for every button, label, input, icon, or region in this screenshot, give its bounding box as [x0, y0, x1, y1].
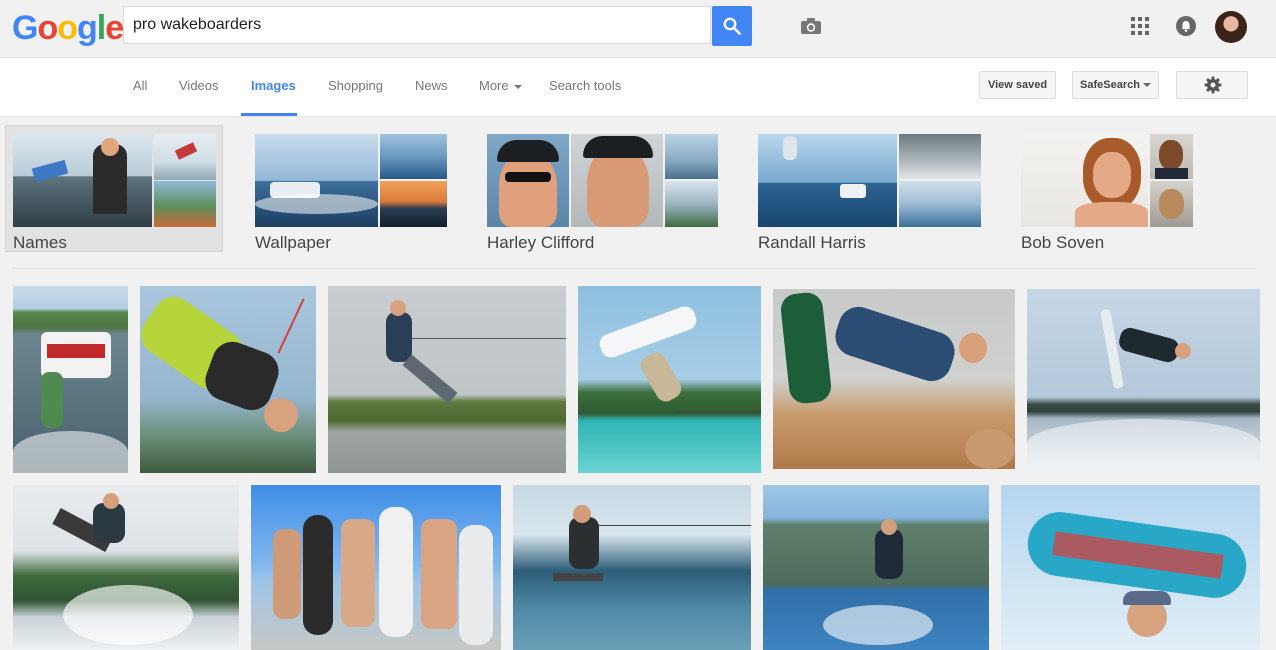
related-search-bob-soven[interactable]: Bob Soven: [1021, 125, 1193, 253]
related-image: [665, 134, 718, 179]
tab-shopping[interactable]: Shopping: [328, 78, 383, 93]
tab-news[interactable]: News: [415, 78, 448, 93]
related-image: [154, 134, 216, 180]
active-tab-indicator: [241, 113, 297, 116]
image-result[interactable]: [578, 286, 761, 473]
related-image: [380, 181, 447, 227]
chevron-down-icon: [1142, 83, 1151, 88]
related-image: [487, 134, 569, 227]
search-button[interactable]: [712, 6, 752, 46]
related-image: [13, 134, 152, 227]
avatar[interactable]: [1215, 11, 1247, 43]
image-result[interactable]: [773, 289, 1015, 469]
related-search-randall-harris[interactable]: Randall Harris: [758, 125, 981, 253]
related-image: [899, 181, 981, 227]
tab-videos[interactable]: Videos: [179, 78, 219, 93]
related-image: [571, 134, 663, 227]
related-image: [380, 134, 447, 179]
related-label: Randall Harris: [758, 233, 866, 252]
view-saved-button[interactable]: View saved: [979, 71, 1056, 99]
tab-search-tools[interactable]: Search tools: [549, 78, 621, 93]
safesearch-label: SafeSearch: [1080, 79, 1140, 91]
related-search-wallpaper[interactable]: Wallpaper: [255, 125, 447, 253]
related-image: [154, 181, 216, 227]
tab-all[interactable]: All: [133, 78, 147, 93]
image-result[interactable]: [13, 485, 239, 650]
related-label: Wallpaper: [255, 233, 331, 252]
safesearch-button[interactable]: SafeSearch: [1072, 71, 1159, 99]
chevron-down-icon: [513, 84, 522, 89]
image-result[interactable]: [328, 286, 566, 473]
google-logo[interactable]: Google: [12, 9, 124, 48]
tab-more-label: More: [479, 78, 509, 93]
camera-icon[interactable]: [796, 15, 826, 51]
related-image: [1021, 134, 1148, 227]
related-label: Harley Clifford: [487, 233, 595, 252]
nav-bar: All Videos Images Shopping News More Sea…: [0, 58, 1276, 117]
image-result[interactable]: [140, 286, 316, 473]
notifications-icon[interactable]: [1176, 16, 1196, 36]
related-search-harley-clifford[interactable]: Harley Clifford: [487, 125, 718, 253]
image-result[interactable]: [1027, 289, 1260, 469]
related-search-names[interactable]: Names: [13, 125, 217, 253]
search-icon: [723, 17, 741, 35]
related-image: [1150, 181, 1193, 227]
top-bar: Google: [0, 0, 1276, 58]
image-result[interactable]: [13, 286, 128, 473]
search-box: [123, 6, 821, 44]
related-image: [758, 134, 897, 227]
tab-images[interactable]: Images: [251, 78, 296, 93]
apps-grid-icon[interactable]: [1131, 17, 1151, 37]
image-result[interactable]: [513, 485, 751, 650]
related-label: Names: [13, 233, 67, 252]
logo-letter: g: [77, 9, 98, 47]
logo-letter: l: [96, 9, 107, 47]
image-result[interactable]: [1001, 485, 1260, 650]
settings-button[interactable]: [1176, 71, 1248, 99]
search-input[interactable]: [133, 7, 663, 43]
image-result[interactable]: [763, 485, 989, 650]
related-label: Bob Soven: [1021, 233, 1105, 252]
logo-letter: e: [105, 9, 124, 47]
related-image: [899, 134, 981, 179]
related-image: [665, 181, 718, 227]
logo-letter: o: [57, 9, 78, 47]
logo-letter: G: [12, 9, 38, 47]
logo-letter: o: [37, 9, 58, 47]
section-divider: [12, 268, 1256, 269]
related-image: [1150, 134, 1193, 179]
image-result[interactable]: [251, 485, 501, 650]
related-image: [255, 134, 378, 227]
gear-icon: [1204, 76, 1222, 94]
tab-more[interactable]: More: [479, 78, 522, 93]
